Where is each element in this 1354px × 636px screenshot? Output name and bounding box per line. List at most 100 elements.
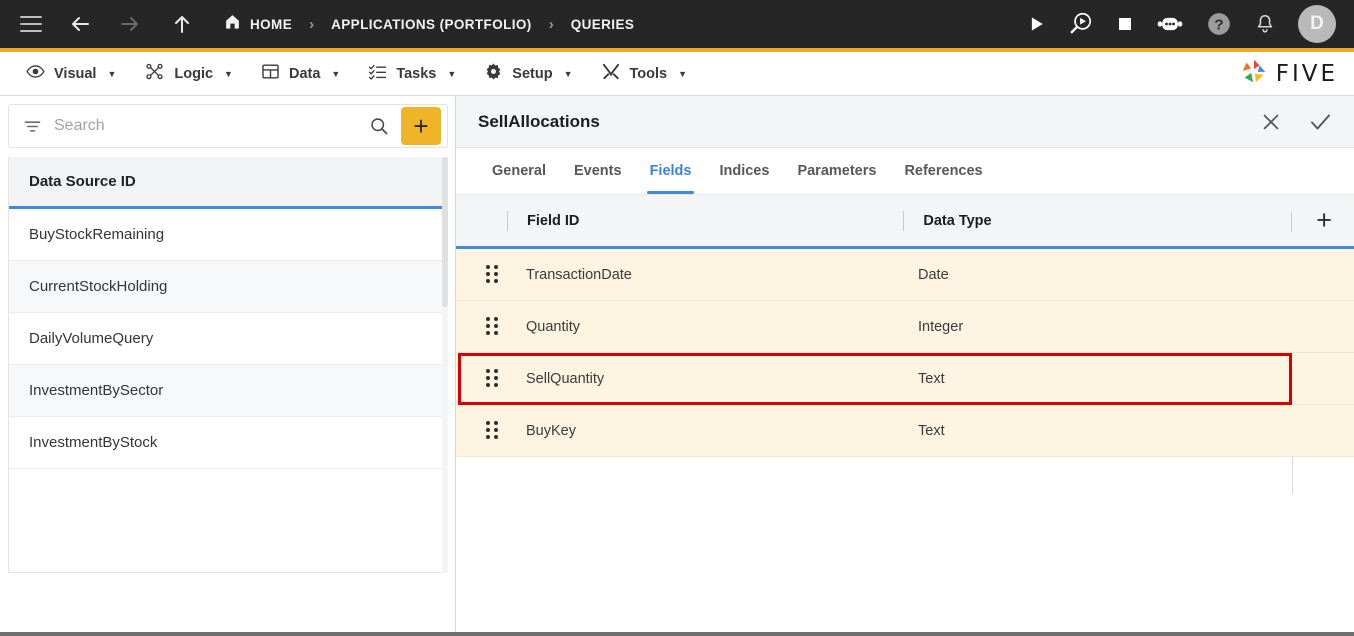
menu-item-data[interactable]: Data ▼: [247, 58, 354, 89]
menu-item-logic[interactable]: Logic ▼: [130, 58, 247, 89]
cell-data-type: Date: [918, 266, 949, 283]
hamburger-icon: [20, 16, 42, 32]
menu-item-visual[interactable]: Visual ▼: [12, 58, 130, 89]
gear-icon: [484, 62, 503, 85]
tab-fields[interactable]: Fields: [636, 148, 706, 194]
drag-handle-icon[interactable]: [486, 421, 500, 440]
table-row[interactable]: TransactionDate Date: [456, 249, 1354, 301]
data-source-list-panel: + Data Source ID BuyStockRemaining Curre…: [0, 96, 455, 636]
fields-grid-body: TransactionDate Date Quantity Integer Se…: [456, 249, 1354, 494]
column-header-data-source-id[interactable]: Data Source ID: [9, 157, 447, 209]
notifications-button[interactable]: [1254, 13, 1276, 35]
editor-tabs: General Events Fields Indices Parameters…: [456, 148, 1354, 195]
hamburger-menu-button[interactable]: [20, 16, 42, 32]
tab-general[interactable]: General: [478, 148, 560, 194]
editor-header-actions: [1260, 110, 1332, 134]
cell-data-type: Text: [918, 422, 945, 439]
editor-header: SellAllocations: [456, 96, 1354, 148]
chevron-down-icon: ▼: [224, 68, 233, 79]
cell-field-id: BuyKey: [526, 422, 576, 439]
run-icon: [1031, 17, 1043, 31]
topbar-actions: ? D: [1026, 5, 1354, 43]
column-header-data-type[interactable]: Data Type: [923, 195, 991, 246]
cell-field-id: SellQuantity: [526, 370, 605, 387]
breadcrumb-item-home[interactable]: HOME: [250, 17, 292, 32]
run-button[interactable]: [1026, 14, 1046, 34]
filter-icon[interactable]: [15, 117, 42, 136]
menu-item-tasks-label: Tasks: [396, 65, 437, 82]
menu-item-setup-label: Setup: [512, 65, 553, 82]
fields-grid-header: Field ID Data Type +: [456, 195, 1354, 249]
brand-logo: FIVE: [1239, 57, 1354, 90]
column-header-field-id[interactable]: Field ID: [527, 195, 579, 246]
page-title: SellAllocations: [478, 111, 600, 131]
menu-item-logic-label: Logic: [174, 65, 214, 82]
drag-handle-icon[interactable]: [486, 265, 500, 284]
stop-button[interactable]: [1116, 15, 1134, 33]
tab-parameters[interactable]: Parameters: [783, 148, 890, 194]
header-separator: [1291, 212, 1292, 232]
help-button[interactable]: ?: [1206, 11, 1232, 37]
window-bottom-edge: [0, 632, 1354, 636]
robot-assistant-icon: [1157, 17, 1183, 31]
data-source-table: Data Source ID BuyStockRemaining Current…: [8, 157, 448, 573]
chevron-down-icon: ▼: [678, 68, 688, 79]
notifications-bell-icon: [1257, 14, 1273, 33]
add-field-button[interactable]: +: [1316, 195, 1332, 246]
header-separator: [903, 210, 905, 231]
drag-handle-icon[interactable]: [486, 369, 500, 388]
tools-icon: [601, 62, 621, 85]
stop-icon: [1119, 18, 1131, 30]
tab-indices[interactable]: Indices: [705, 148, 783, 194]
forward-button[interactable]: [118, 12, 142, 36]
chevron-down-icon: ▼: [331, 68, 341, 79]
left-panel-scrollbar[interactable]: [442, 157, 448, 573]
breadcrumb-item-applications[interactable]: APPLICATIONS (PORTFOLIO): [331, 17, 532, 32]
application-menu-bar: Visual ▼ Logic ▼ Data ▼ Tasks ▼ Setup ▼ …: [0, 52, 1354, 96]
menu-item-tasks[interactable]: Tasks ▼: [354, 58, 470, 89]
search-icon[interactable]: [361, 116, 397, 136]
menu-item-tools[interactable]: Tools ▼: [587, 58, 702, 89]
eye-icon: [26, 62, 45, 85]
search-input[interactable]: [42, 117, 361, 135]
list-item[interactable]: DailyVolumeQuery: [9, 313, 447, 365]
close-button[interactable]: [1260, 111, 1282, 133]
breadcrumb: HOME › APPLICATIONS (PORTFOLIO) › QUERIE…: [224, 13, 634, 35]
menu-item-visual-label: Visual: [54, 65, 97, 82]
menu-item-data-label: Data: [288, 65, 321, 82]
save-button[interactable]: [1308, 110, 1332, 134]
check-icon: [1311, 114, 1330, 129]
application-window: HOME › APPLICATIONS (PORTFOLIO) › QUERIE…: [0, 0, 1354, 636]
table-icon: [261, 62, 280, 85]
table-row[interactable]: BuyKey Text: [456, 405, 1354, 457]
add-data-source-button[interactable]: +: [401, 107, 441, 145]
chevron-down-icon: ▼: [563, 68, 573, 79]
chevron-down-icon: ▼: [447, 68, 457, 79]
cell-field-id: TransactionDate: [526, 266, 632, 283]
avatar[interactable]: D: [1298, 5, 1336, 43]
brand-name: FIVE: [1275, 60, 1338, 87]
close-icon: [1263, 114, 1279, 129]
home-icon: [224, 13, 241, 35]
tab-references[interactable]: References: [890, 148, 996, 194]
search-bar: +: [8, 104, 448, 148]
back-button[interactable]: [68, 12, 92, 36]
arrow-left-icon: [72, 17, 89, 31]
table-row[interactable]: Quantity Integer: [456, 301, 1354, 353]
list-item[interactable]: CurrentStockHolding: [9, 261, 447, 313]
up-button[interactable]: [170, 12, 194, 36]
list-item[interactable]: InvestmentByStock: [9, 417, 447, 469]
list-item[interactable]: InvestmentBySector: [9, 365, 447, 417]
table-row[interactable]: SellQuantity Text: [456, 353, 1354, 405]
debug-search-icon: [1070, 12, 1092, 34]
tab-events[interactable]: Events: [560, 148, 636, 194]
list-item[interactable]: BuyStockRemaining: [9, 209, 447, 261]
drag-handle-icon[interactable]: [486, 317, 500, 336]
debug-run-button[interactable]: [1068, 11, 1094, 37]
menu-item-setup[interactable]: Setup ▼: [470, 58, 586, 89]
assistant-button[interactable]: [1156, 13, 1184, 35]
svg-text:?: ?: [1214, 16, 1223, 33]
arrow-up-icon: [175, 16, 189, 33]
menu-item-tools-label: Tools: [629, 65, 668, 82]
breadcrumb-item-queries[interactable]: QUERIES: [571, 17, 635, 32]
